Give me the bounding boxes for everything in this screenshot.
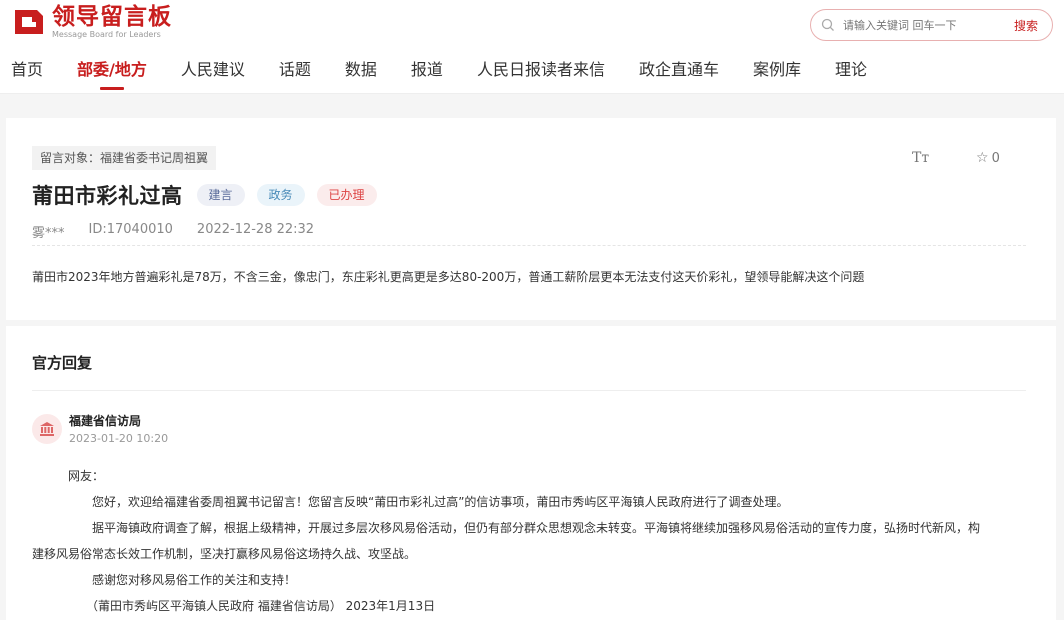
nav-item-case-library[interactable]: 案例库 xyxy=(736,56,818,92)
reply-paragraph: 感谢您对移风易俗工作的关注和支持！ xyxy=(92,573,297,587)
message-id: ID:17040010 xyxy=(88,222,173,237)
message-content: 莆田市2023年地方普遍彩礼是78万，不含三金，像忠门，东庄彩礼更高更是多达80… xyxy=(32,270,865,284)
logo-title: 领导留言板 xyxy=(52,3,172,30)
search-input[interactable] xyxy=(843,18,1003,32)
category-badge: 建言 xyxy=(196,184,245,206)
domain-badge: 政务 xyxy=(256,184,305,206)
reply-paragraph: 据平海镇政府调查了解，根据上级精神，开展过多层次移风易俗活动，但仍有部分群众思想… xyxy=(92,521,981,535)
logo-subtitle: Message Board for Leaders xyxy=(52,29,161,39)
search-button[interactable]: 搜索 xyxy=(1014,17,1038,34)
search-icon xyxy=(821,18,834,31)
favorite-count: 0 xyxy=(991,150,1000,166)
search-box: 搜索 xyxy=(810,9,1053,41)
nav-item-theory[interactable]: 理论 xyxy=(818,56,884,92)
author-name: 雾*** xyxy=(32,226,65,241)
favorite-button[interactable]: ☆ 0 xyxy=(976,150,1000,166)
main-nav: 首页 部委/地方 人民建议 话题 数据 报道 人民日报读者来信 政企直通车 案例… xyxy=(0,56,884,92)
message-target: 留言对象：福建省委书记周祖翼 xyxy=(32,146,217,170)
divider xyxy=(32,390,1026,391)
nav-item-topics[interactable]: 话题 xyxy=(262,56,328,92)
avatar xyxy=(32,414,62,444)
nav-item-data[interactable]: 数据 xyxy=(328,56,394,92)
star-icon: ☆ xyxy=(976,150,989,166)
reply-time: 2023-01-20 10:20 xyxy=(69,432,169,445)
message-card: 留言对象：福建省委书记周祖翼 Tт ☆ 0 莆田市彩礼过高 建言 政务 已办理 … xyxy=(6,118,1056,320)
official-reply-card: 官方回复 福建省信访局 2023-01-20 10:20 网友： 您好，欢迎给福… xyxy=(6,326,1056,620)
reply-body: 网友： 您好，欢迎给福建省委周祖翼书记留言！您留言反映“莆田市彩礼过高”的信访事… xyxy=(32,463,1032,619)
nav-item-reports[interactable]: 报道 xyxy=(394,56,460,92)
nav-item-reader-letters[interactable]: 人民日报读者来信 xyxy=(460,56,622,92)
nav-item-people-suggestions[interactable]: 人民建议 xyxy=(164,56,262,92)
nav-item-home[interactable]: 首页 xyxy=(0,56,60,92)
divider xyxy=(32,245,1026,246)
government-building-icon xyxy=(40,422,54,436)
message-time: 2022-12-28 22:32 xyxy=(196,222,315,237)
message-title: 莆田市彩礼过高 xyxy=(32,184,183,208)
reply-section-title: 官方回复 xyxy=(32,354,93,372)
reply-signature: （莆田市秀屿区平海镇人民政府 福建省信访局） 2023年1月13日 xyxy=(86,599,436,613)
status-badge: 已办理 xyxy=(316,184,377,206)
site-header: 领导留言板 Message Board for Leaders 搜索 首页 部委… xyxy=(0,0,1064,94)
reply-paragraph: 您好，欢迎给福建省委周祖翼书记留言！您留言反映“莆田市彩礼过高”的信访事项，莆田… xyxy=(92,495,789,509)
reply-paragraph-continued: 建移风易俗常态长效工作机制，坚决打赢移风易俗这场持久战、攻坚战。 xyxy=(32,547,417,561)
reply-org-name: 福建省信访局 xyxy=(69,414,142,428)
site-logo[interactable]: 领导留言板 Message Board for Leaders xyxy=(12,4,172,40)
logo-mark-icon xyxy=(15,10,43,34)
reply-greeting: 网友： xyxy=(68,469,105,483)
nav-item-gov-business[interactable]: 政企直通车 xyxy=(622,56,736,92)
nav-item-ministries-local[interactable]: 部委/地方 xyxy=(60,56,164,92)
font-size-icon[interactable]: Tт xyxy=(912,150,929,166)
